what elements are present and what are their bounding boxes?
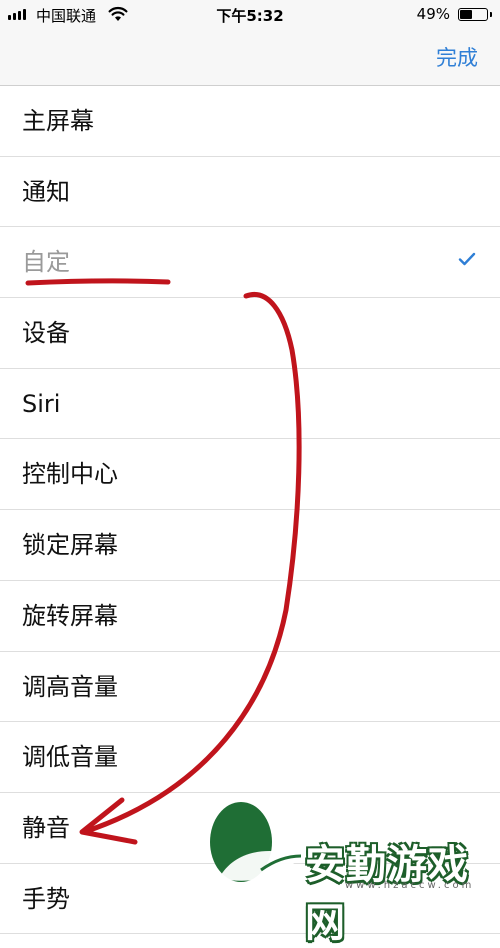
navigation-bar: 完成: [0, 30, 500, 86]
checkmark-icon: [458, 251, 476, 270]
list-item[interactable]: 锁定屏幕: [0, 510, 500, 581]
list-item-label: 主屏幕: [22, 107, 94, 135]
status-bar: 中国联通 下午5:32 49%: [0, 0, 500, 30]
battery-percent: 49%: [416, 5, 450, 23]
list-item-label: 通知: [22, 177, 70, 206]
list-item[interactable]: 设备: [0, 298, 500, 369]
list-item-label: 调高音量: [22, 672, 118, 701]
list-item-label: 锁定屏幕: [22, 531, 118, 560]
list-item-label: 手势: [22, 884, 70, 913]
list-item[interactable]: 调高音量: [0, 652, 500, 723]
list-item-label: Siri: [22, 389, 61, 418]
list-item[interactable]: 通知: [0, 157, 500, 228]
list-item-label: 调低音量: [22, 743, 118, 772]
list-item-label: 自定: [22, 248, 70, 277]
list-item[interactable]: 主屏幕: [0, 86, 500, 157]
battery-icon: [458, 8, 492, 21]
watermark: 安勤游戏网 www.hzaccw.com: [205, 800, 500, 946]
list-item[interactable]: 调低音量: [0, 722, 500, 793]
leaf-logo-icon: [210, 802, 302, 882]
list-item-label: 设备: [22, 319, 70, 348]
list-item[interactable]: Siri: [0, 369, 500, 440]
list-item-label: 静音: [22, 813, 70, 842]
list-item[interactable]: 控制中心: [0, 439, 500, 511]
list-item[interactable]: 旋转屏幕: [0, 581, 500, 652]
list-item-label: 旋转屏幕: [22, 601, 118, 630]
list-item[interactable]: 自定: [0, 227, 500, 299]
done-button[interactable]: 完成: [436, 42, 478, 72]
list-item-label: 控制中心: [22, 460, 118, 489]
watermark-url: www.hzaccw.com: [345, 880, 475, 891]
